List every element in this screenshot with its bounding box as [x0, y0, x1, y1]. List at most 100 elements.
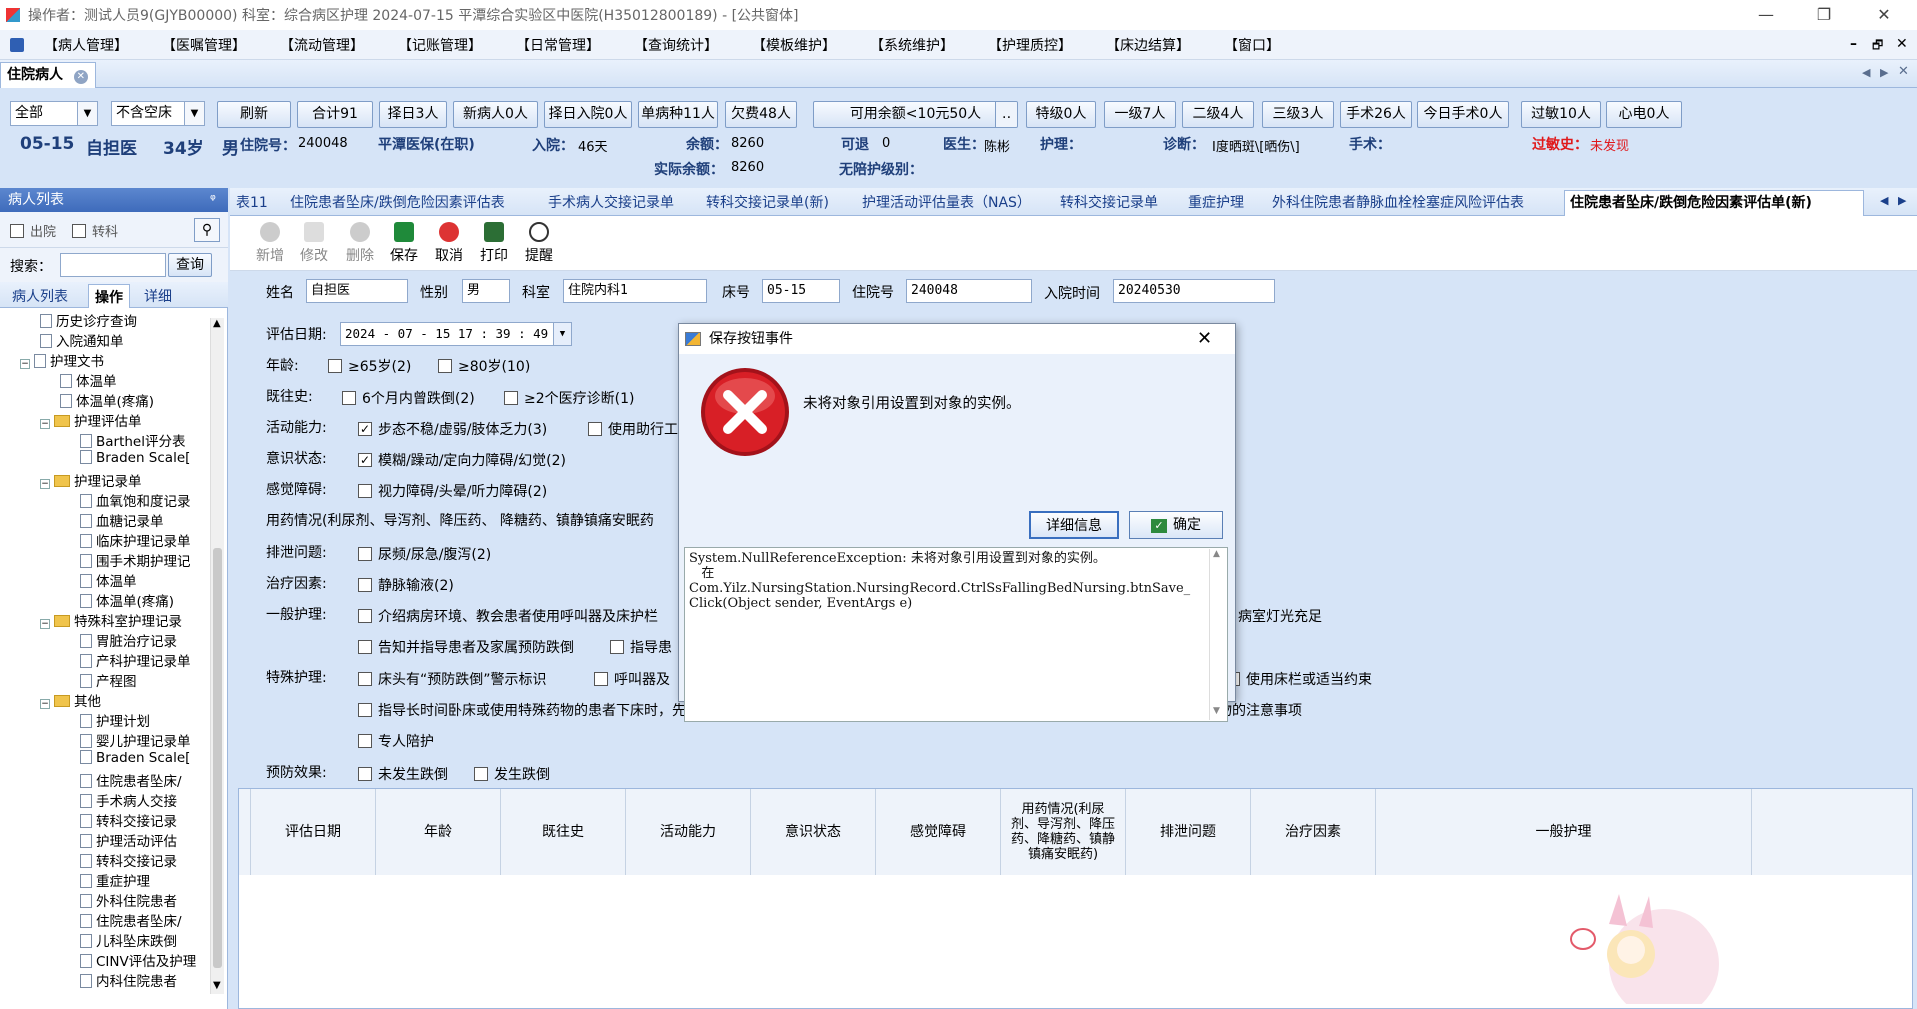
scroll-down-icon[interactable]: ▼ [213, 980, 221, 991]
menu-quality[interactable]: 【护理质控】 [988, 35, 1072, 55]
doc-tab-1[interactable]: 住院患者坠床/跌倒危险因素评估表 [290, 192, 505, 212]
tree-item[interactable]: 胃脏治疗记录 [80, 630, 177, 650]
transfer-checkbox[interactable]: 转科 [72, 221, 118, 240]
col-header-date[interactable]: 评估日期 [251, 789, 376, 875]
col-header-excretion[interactable]: 排泄问题 [1126, 789, 1251, 875]
tab-patient-list[interactable]: 病人列表 [12, 286, 68, 306]
error-details-text[interactable]: System.NullReferenceException: 未将对象引用设置到… [684, 547, 1228, 722]
tree-item[interactable]: 婴儿护理记录单 [80, 730, 191, 750]
menu-daily[interactable]: 【日常管理】 [516, 35, 600, 55]
age-65-checkbox[interactable]: ≥65岁(2) [328, 356, 411, 376]
mdi-minimize-button[interactable]: – [1850, 36, 1857, 52]
tree-item[interactable]: 产程图 [80, 670, 137, 690]
pin-icon[interactable]: ᵠ [210, 188, 216, 212]
col-header-activity[interactable]: 活动能力 [626, 789, 751, 875]
special-call-checkbox[interactable]: 呼叫器及 [594, 669, 670, 689]
tree-item[interactable]: 转科交接记录 [80, 850, 177, 870]
details-button[interactable]: 详细信息 [1029, 511, 1119, 539]
new-button[interactable]: 新增 [248, 222, 292, 265]
print-button[interactable]: 打印 [472, 222, 516, 265]
doc-tab-3[interactable]: 转科交接记录单(新) [706, 192, 829, 212]
eval-date-picker[interactable]: 2024 - 07 - 15 17 : 39 : 49 ▼ [340, 322, 572, 346]
general-educate-checkbox[interactable]: 告知并指导患者及家属预防跌倒 [358, 637, 574, 657]
effect-none-checkbox[interactable]: 未发生跌倒 [358, 764, 448, 784]
scroll-thumb[interactable] [213, 548, 222, 968]
excretion-checkbox[interactable]: 尿频/尿急/腹泻(2) [358, 544, 491, 564]
tree-item[interactable]: 护理活动评估 [80, 830, 177, 850]
tree-scrollbar[interactable]: ▲ ▼ [210, 318, 224, 994]
col-header-sensory[interactable]: 感觉障碍 [876, 789, 1001, 875]
details-scrollbar[interactable]: ▲ ▼ [1209, 549, 1226, 720]
doc-tab-6[interactable]: 重症护理 [1188, 192, 1244, 212]
form-bed-input[interactable]: 05-15 [762, 279, 840, 303]
general-env-checkbox[interactable]: 介绍病房环境、教会患者使用呼叫器及床护栏 [358, 606, 658, 626]
tree-item[interactable]: − 特殊科室护理记录 [40, 610, 182, 630]
menu-window[interactable]: 【窗口】 [1224, 35, 1280, 55]
doc-tab-4[interactable]: 护理活动评估量表（NAS） [862, 192, 1031, 212]
level1-button[interactable]: 一级7人 [1104, 101, 1176, 128]
bed-filter-select[interactable]: 不含空床 ▼ [111, 101, 205, 126]
treatment-checkbox[interactable]: 静脉输液(2) [358, 575, 454, 595]
search-input[interactable] [60, 253, 166, 277]
doc-tab-2[interactable]: 手术病人交接记录单 [548, 192, 674, 212]
menu-system[interactable]: 【系统维护】 [870, 35, 954, 55]
search-icon[interactable]: ⚲ [194, 218, 220, 242]
close-tab-icon[interactable]: ✕ [73, 70, 88, 84]
effect-fall-checkbox[interactable]: 发生跌倒 [474, 764, 550, 784]
scroll-up-icon[interactable]: ▲ [213, 318, 221, 329]
scope-select[interactable]: 全部 ▼ [10, 101, 98, 126]
tab-close-all-icon[interactable]: ✕ [1898, 64, 1909, 79]
tree-expand-icon[interactable]: − [40, 699, 50, 709]
doc-tab-active[interactable]: 住院患者坠床/跌倒危险因素评估单(新) [1570, 192, 1812, 212]
surgery-button[interactable]: 手术26人 [1340, 101, 1412, 128]
tab-inpatients[interactable]: 住院病人 ✕ [0, 62, 96, 88]
mdi-restore-button[interactable]: 🗗 [1872, 36, 1883, 57]
form-dept-input[interactable]: 住院内科1 [563, 279, 707, 303]
tree-item[interactable]: 转科交接记录 [80, 810, 177, 830]
arrears-button[interactable]: 欠费48人 [725, 101, 797, 128]
tree-expand-icon[interactable]: − [40, 619, 50, 629]
tree-item[interactable]: 历史诊疗查询 [40, 310, 137, 330]
consciousness-checkbox[interactable]: ✓ 模糊/躁动/定向力障碍/幻觉(2) [358, 450, 566, 470]
edit-button[interactable]: 修改 [292, 222, 336, 265]
col-header-medication[interactable]: 用药情况(利尿剂、导泻剂、降压药、降糖药、镇静镇痛安眠药) [1001, 789, 1126, 875]
restore-button[interactable]: ❐ [1796, 0, 1852, 30]
allergy-button[interactable]: 过敏10人 [1521, 101, 1601, 128]
col-header-consciousness[interactable]: 意识状态 [751, 789, 876, 875]
tree-item[interactable]: 血糖记录单 [80, 510, 164, 530]
tree-item[interactable]: 住院患者坠床/ [80, 770, 182, 790]
tree-item[interactable]: − 其他 [40, 690, 101, 710]
tree-item[interactable]: 围手术期护理记 [80, 550, 191, 570]
scroll-down-icon[interactable]: ▼ [1213, 706, 1220, 716]
scheduled-button[interactable]: 择日3人 [379, 101, 447, 128]
menu-orders[interactable]: 【医嘱管理】 [162, 35, 246, 55]
single-disease-button[interactable]: 单病种11人 [638, 101, 718, 128]
save-button[interactable]: 保存 [382, 222, 426, 265]
tree-expand-icon[interactable]: − [20, 359, 30, 369]
tree-item[interactable]: 产科护理记录单 [80, 650, 191, 670]
tree-expand-icon[interactable]: − [40, 479, 50, 489]
tree-item[interactable]: 内科住院患者 [80, 970, 177, 990]
tree-item[interactable]: CINV评估及护理 [80, 950, 196, 970]
more-icon[interactable]: ‥ [995, 102, 1017, 127]
col-header-treatment[interactable]: 治疗因素 [1251, 789, 1376, 875]
doc-tab-right-icon[interactable]: ▶ [1898, 194, 1906, 207]
history-diag-checkbox[interactable]: ≥2个医疗诊断(1) [504, 388, 634, 408]
tree-item[interactable]: − 护理记录单 [40, 470, 142, 490]
tree-item[interactable]: 入院通知单 [40, 330, 124, 350]
tab-scroll-right-icon[interactable]: ▶ [1880, 66, 1888, 79]
today-surgery-button[interactable]: 今日手术0人 [1417, 101, 1509, 128]
level3-button[interactable]: 三级3人 [1262, 101, 1334, 128]
doc-tab-7[interactable]: 外科住院患者静脉血栓栓塞症风险评估表 [1272, 192, 1524, 212]
tree-item[interactable]: 体温单 [80, 570, 137, 590]
tree-item[interactable]: 重症护理 [80, 870, 150, 890]
tree-item[interactable]: Barthel评分表 [80, 430, 186, 450]
new-patients-button[interactable]: 新病人0人 [453, 101, 538, 128]
menu-query[interactable]: 【查询统计】 [634, 35, 718, 55]
scroll-up-icon[interactable]: ▲ [1213, 549, 1220, 559]
menu-patient[interactable]: 【病人管理】 [44, 35, 128, 55]
tree-item[interactable]: Braden Scale[ [80, 750, 190, 766]
tree-item[interactable]: 儿科坠床跌倒 [80, 930, 177, 950]
ok-button[interactable]: ✓ 确定 [1129, 511, 1223, 539]
activity-gait-checkbox[interactable]: ✓ 步态不稳/虚弱/肢体乏力(3) [358, 419, 547, 439]
